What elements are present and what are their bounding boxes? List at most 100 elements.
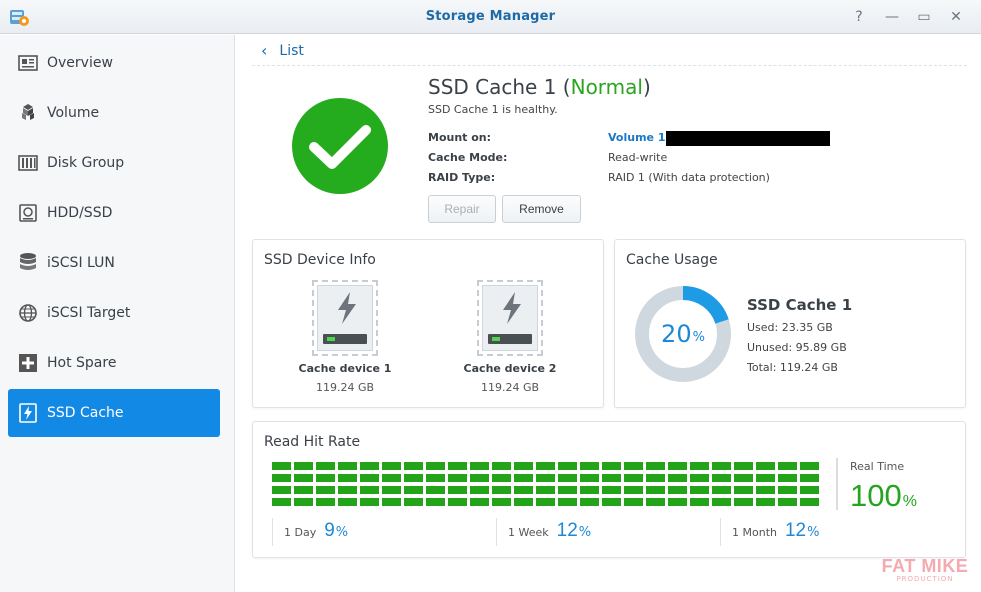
help-button[interactable]: ? xyxy=(848,6,870,28)
hit-rate-segment xyxy=(580,498,599,506)
lightning-icon xyxy=(338,292,356,324)
chevron-left-icon: ‹ xyxy=(261,41,268,60)
stat-divider xyxy=(496,518,497,546)
sidebar-item-overview[interactable]: Overview xyxy=(8,39,220,87)
hit-rate-segment xyxy=(470,474,489,482)
hit-rate-segment xyxy=(602,498,621,506)
hit-rate-segment xyxy=(646,498,665,506)
hit-rate-segment xyxy=(338,474,357,482)
hit-rate-segment xyxy=(668,462,687,470)
cache-state: Normal xyxy=(570,75,643,99)
ssd-drive-icon xyxy=(312,280,378,356)
redaction-bar xyxy=(666,131,830,146)
hit-rate-segment xyxy=(360,486,379,494)
device-name: Cache device 2 xyxy=(463,362,557,375)
sidebar-item-hot-spare[interactable]: Hot Spare xyxy=(8,339,220,387)
disk-group-icon xyxy=(17,152,39,174)
cache-title: SSD Cache 1 (Normal) xyxy=(428,75,651,99)
hit-rate-segment xyxy=(558,498,577,506)
hit-rate-segment xyxy=(448,474,467,482)
hit-rate-segment xyxy=(580,474,599,482)
cache-name: SSD Cache 1 xyxy=(428,75,557,99)
sidebar-item-hdd-ssd[interactable]: HDD/SSD xyxy=(8,189,220,237)
hit-rate-segment xyxy=(492,486,511,494)
hit-rate-segment xyxy=(536,498,555,506)
hit-rate-segment xyxy=(294,486,313,494)
hit-rate-segment xyxy=(734,498,753,506)
realtime-value: 100% xyxy=(850,478,917,513)
hit-rate-segment xyxy=(778,462,797,470)
sidebar: Overview Volume Disk Group HDD/SSD iSCSI… xyxy=(0,35,235,592)
hit-rate-segment xyxy=(624,486,643,494)
cache-mode-label: Cache Mode: xyxy=(428,151,508,164)
hit-rate-segment xyxy=(668,498,687,506)
database-icon xyxy=(17,252,39,274)
hit-rate-segment xyxy=(646,462,665,470)
total-value: Total: 119.24 GB xyxy=(747,361,838,374)
ssd-device-info-panel: SSD Device Info Cache device 1 119.24 GB… xyxy=(252,239,604,408)
header-divider xyxy=(252,65,967,66)
mount-label: Mount on: xyxy=(428,131,492,144)
remove-button[interactable]: Remove xyxy=(502,195,581,223)
realtime-divider xyxy=(836,458,838,510)
globe-icon xyxy=(17,302,39,324)
close-button[interactable]: ✕ xyxy=(945,6,967,28)
hit-rate-segment xyxy=(294,474,313,482)
panel-title: Read Hit Rate xyxy=(264,434,361,450)
hit-rate-segment xyxy=(756,462,775,470)
breadcrumb-back-link[interactable]: ‹ List xyxy=(261,41,304,60)
hit-rate-segment xyxy=(690,474,709,482)
hit-rate-bar-grid xyxy=(272,462,819,506)
cache-device-card: Cache device 2 119.24 GB xyxy=(440,280,580,394)
hit-rate-segment xyxy=(646,474,665,482)
sidebar-item-label: SSD Cache xyxy=(47,405,124,421)
hit-rate-segment xyxy=(316,474,335,482)
hit-rate-segment xyxy=(712,486,731,494)
hdd-icon xyxy=(17,202,39,224)
breadcrumb-label: List xyxy=(279,42,304,59)
unused-value: Unused: 95.89 GB xyxy=(747,341,847,354)
repair-button[interactable]: Repair xyxy=(428,195,496,223)
hit-rate-segment xyxy=(536,474,555,482)
hit-rate-segment xyxy=(756,486,775,494)
hit-rate-segment xyxy=(492,462,511,470)
maximize-button[interactable]: ▭ xyxy=(913,6,935,28)
panel-title: Cache Usage xyxy=(626,252,718,268)
hit-rate-segment xyxy=(558,474,577,482)
realtime-label: Real Time xyxy=(850,460,905,473)
hit-rate-segment xyxy=(624,474,643,482)
hit-rate-segment xyxy=(624,462,643,470)
sidebar-item-iscsi-target[interactable]: iSCSI Target xyxy=(8,289,220,337)
sidebar-item-label: iSCSI LUN xyxy=(47,255,115,271)
hit-rate-segment xyxy=(382,462,401,470)
hit-rate-segment xyxy=(514,462,533,470)
minimize-button[interactable]: — xyxy=(881,6,903,28)
hit-rate-segment xyxy=(316,486,335,494)
hit-rate-segment xyxy=(470,486,489,494)
sidebar-item-iscsi-lun[interactable]: iSCSI LUN xyxy=(8,239,220,287)
hit-rate-segment xyxy=(492,474,511,482)
hit-rate-segment xyxy=(800,462,819,470)
sidebar-item-volume[interactable]: Volume xyxy=(8,89,220,137)
hit-rate-segment xyxy=(404,486,423,494)
sidebar-item-ssd-cache[interactable]: SSD Cache xyxy=(8,389,220,437)
hit-rate-segment xyxy=(690,498,709,506)
hit-rate-segment xyxy=(360,498,379,506)
sidebar-item-label: Volume xyxy=(47,105,100,121)
overview-icon xyxy=(17,52,39,74)
sidebar-item-label: iSCSI Target xyxy=(47,305,131,321)
hit-rate-segment xyxy=(272,462,291,470)
hit-rate-segment xyxy=(404,462,423,470)
hit-rate-segment xyxy=(316,498,335,506)
mount-value-link[interactable]: Volume 1 xyxy=(608,131,665,144)
stat-1-day: 1 Day 9% xyxy=(284,520,349,541)
sidebar-item-label: Overview xyxy=(47,55,113,71)
hit-rate-segment xyxy=(558,462,577,470)
hit-rate-segment xyxy=(690,462,709,470)
hit-rate-segment xyxy=(580,462,599,470)
window-title: Storage Manager xyxy=(425,9,556,24)
hit-rate-segment xyxy=(272,498,291,506)
stat-1-month: 1 Month 12% xyxy=(732,520,820,541)
hit-rate-segment xyxy=(602,462,621,470)
sidebar-item-disk-group[interactable]: Disk Group xyxy=(8,139,220,187)
